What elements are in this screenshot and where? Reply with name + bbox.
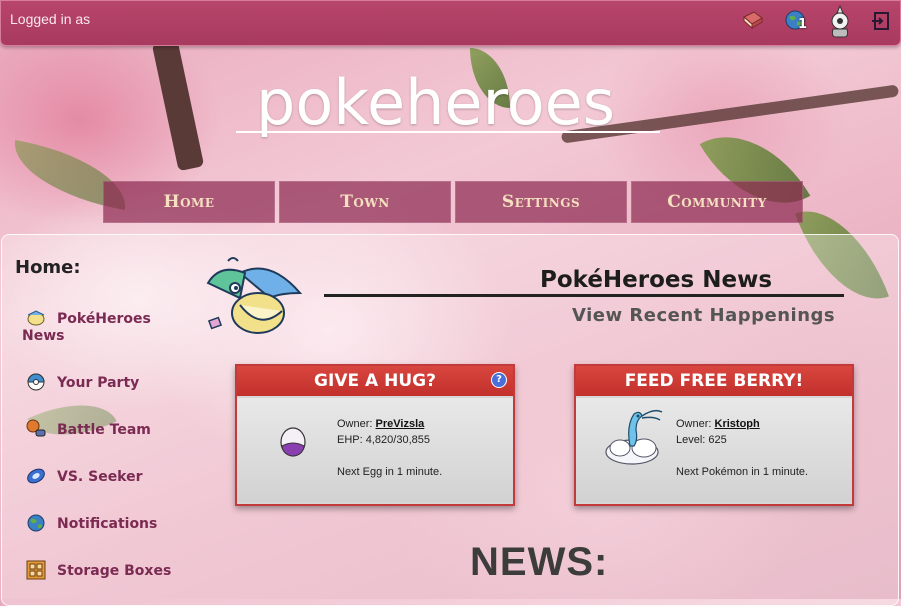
- sidebar-item-label: VS. Seeker: [57, 469, 143, 485]
- vs-seeker-icon: [25, 465, 47, 487]
- sidebar-item-vs-seeker[interactable]: VS. Seeker: [22, 468, 143, 486]
- card-info: Owner: PreVizsla EHP: 4,820/30,855 Next …: [337, 416, 442, 480]
- globe-notification-icon[interactable]: 1: [784, 9, 808, 33]
- card-note: Next Egg in 1 minute.: [337, 466, 443, 478]
- sidebar-item-label: Your Party: [57, 375, 140, 391]
- notification-count: 1: [798, 17, 808, 32]
- book-icon[interactable]: [741, 9, 765, 33]
- stat-label: EHP:: [337, 434, 363, 446]
- login-status: Logged in as: [10, 11, 91, 27]
- sidebar-item-storage[interactable]: Storage Boxes: [22, 560, 172, 580]
- owner-link[interactable]: Kristoph: [715, 418, 760, 430]
- sidebar-item-label: Notifications: [57, 516, 158, 532]
- card-body: Owner: Kristoph Level: 625 Next Pokémon …: [576, 398, 852, 502]
- sidebar-item-label: Storage Boxes: [57, 563, 172, 579]
- news-divider: [324, 294, 844, 297]
- logout-icon[interactable]: [869, 9, 893, 33]
- news-subtitle[interactable]: View Recent Happenings: [572, 305, 835, 326]
- stat-label: Level:: [676, 434, 706, 446]
- top-bar: Logged in as 1: [0, 0, 901, 46]
- stat-value: 4,820/30,855: [365, 434, 430, 446]
- sidebar-item-label: Battle Team: [57, 422, 151, 438]
- owner-label: Owner:: [337, 418, 373, 430]
- hug-card: GIVE A HUG? ? Owner: PreVizsla EHP: 4,82…: [235, 364, 515, 506]
- sidebar-title: Home:: [15, 257, 81, 278]
- card-title: FEED FREE BERRY!: [576, 366, 852, 396]
- nav-settings[interactable]: Settings: [455, 181, 627, 223]
- sidebar-item-party[interactable]: Your Party: [22, 373, 140, 392]
- berry-card: FEED FREE BERRY! Owner: Kristoph Level: …: [574, 364, 854, 506]
- pokeball-icon: [25, 371, 47, 393]
- stat-value: 625: [708, 434, 727, 446]
- card-title: GIVE A HUG?: [237, 366, 513, 396]
- egg-image[interactable]: [277, 422, 309, 458]
- pelipper-mascot: [200, 253, 305, 343]
- card-body: Owner: PreVizsla EHP: 4,820/30,855 Next …: [237, 398, 513, 502]
- sidebar-item-news[interactable]: PokéHeroes News: [22, 310, 172, 345]
- owner-link[interactable]: PreVizsla: [376, 418, 425, 430]
- nav-town[interactable]: Town: [279, 181, 451, 223]
- help-icon[interactable]: ?: [491, 372, 507, 388]
- pelipper-icon: [25, 307, 47, 329]
- nav-home[interactable]: Home: [103, 181, 275, 223]
- sidebar-item-notifications[interactable]: Notifications: [22, 514, 158, 533]
- news-heading: NEWS:: [470, 540, 609, 584]
- main-nav: Home Town Settings Community: [103, 181, 803, 223]
- background-branch: [151, 38, 205, 172]
- card-note: Next Pokémon in 1 minute.: [676, 466, 809, 478]
- avatar-icon[interactable]: [827, 5, 853, 39]
- sidebar-item-battle-team[interactable]: Battle Team: [22, 419, 151, 439]
- box-icon: [25, 559, 47, 581]
- battle-icon: [25, 418, 47, 440]
- nav-community[interactable]: Community: [631, 181, 803, 223]
- owner-label: Owner:: [676, 418, 712, 430]
- news-title: PokéHeroes News: [540, 267, 773, 293]
- card-info: Owner: Kristoph Level: 625 Next Pokémon …: [676, 416, 816, 480]
- logo-underline: [236, 131, 660, 133]
- site-logo[interactable]: pokeheroes: [256, 66, 615, 139]
- altaria-image[interactable]: [600, 406, 664, 470]
- globe-icon: [25, 512, 47, 534]
